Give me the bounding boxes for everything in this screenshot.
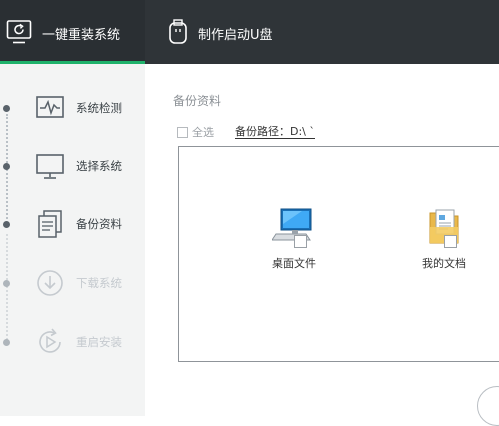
step-restart-install: 重启安装	[0, 322, 145, 362]
file-checkbox[interactable]	[294, 235, 307, 248]
select-all-label: 全选	[192, 126, 214, 139]
top-bar: 一键重装系统 制作启动U盘	[0, 0, 499, 64]
section-title: 备份资料	[173, 94, 222, 108]
download-icon	[34, 267, 66, 299]
select-all-box[interactable]	[177, 126, 188, 138]
tab-label: 制作启动U盘	[198, 28, 273, 43]
step-label: 重启安装	[76, 335, 122, 349]
backup-panel: 备份资料 全选 备份路径：D:\ ˋ 桌面文件 我的文档	[145, 64, 499, 426]
tab-make-boot-usb[interactable]: 制作启动U盘	[160, 0, 340, 64]
file-item-my-documents[interactable]: 我的文档	[404, 207, 484, 277]
next-button[interactable]	[477, 386, 499, 426]
pulse-monitor-icon	[34, 92, 66, 124]
restart-icon	[34, 326, 66, 358]
file-item-desktop[interactable]: 桌面文件	[254, 207, 334, 277]
backup-file-list: 桌面文件 我的文档	[178, 146, 499, 362]
monitor-icon	[34, 150, 66, 182]
step-label: 备份资料	[76, 217, 122, 231]
file-label: 我的文档	[422, 257, 466, 270]
file-checkbox[interactable]	[444, 235, 457, 248]
step-label: 下载系统	[76, 276, 122, 290]
backup-path-link[interactable]: 备份路径：D:\ ˋ	[235, 125, 315, 139]
documents-icon	[34, 208, 66, 240]
step-system-check: 系统检测	[0, 88, 145, 128]
file-label: 桌面文件	[272, 257, 316, 270]
step-dot	[3, 163, 10, 170]
step-dot	[3, 280, 10, 287]
select-all-checkbox[interactable]: 全选	[177, 124, 214, 140]
step-label: 选择系统	[76, 159, 122, 173]
step-dot	[3, 339, 10, 346]
step-backup-data: 备份资料	[0, 204, 145, 244]
step-download-system: 下载系统	[0, 263, 145, 303]
step-dot	[3, 105, 10, 112]
steps-sidebar: 系统检测 选择系统 备份资料 下载系统 重启安装	[0, 64, 145, 416]
tab-label: 一键重装系统	[42, 28, 121, 43]
step-label: 系统检测	[76, 101, 122, 115]
monitor-refresh-icon	[6, 19, 32, 49]
step-dot	[3, 221, 10, 228]
step-select-system: 选择系统	[0, 146, 145, 186]
tab-one-click-reinstall[interactable]: 一键重装系统	[0, 0, 145, 64]
usb-drive-icon	[168, 19, 188, 49]
